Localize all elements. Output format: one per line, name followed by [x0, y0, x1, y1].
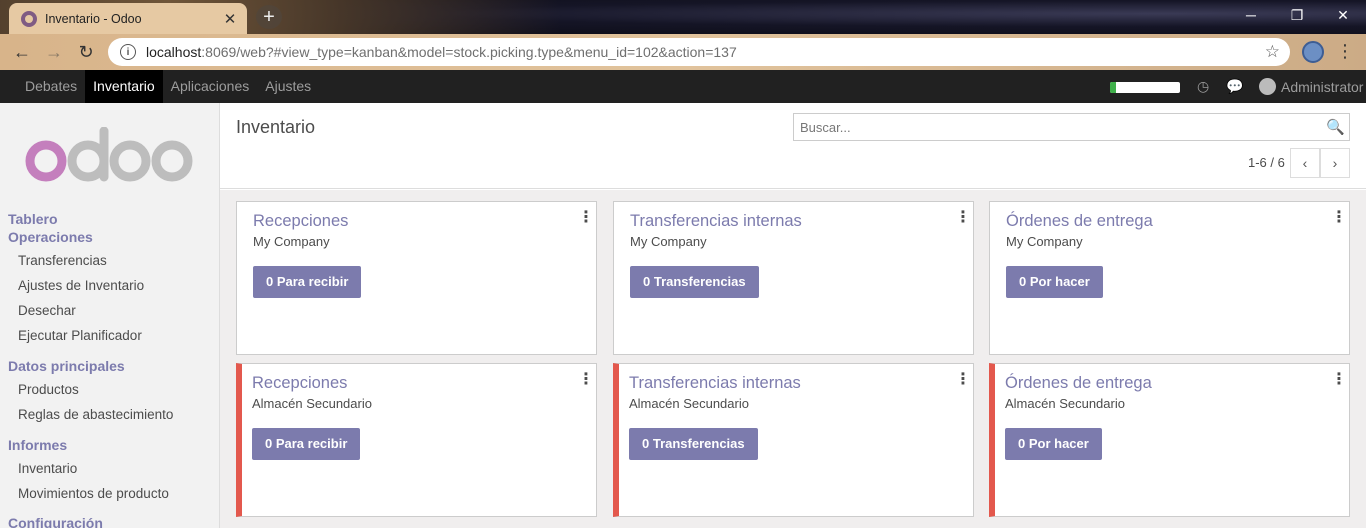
minimize-button[interactable]: ─	[1228, 0, 1274, 30]
search-icon[interactable]: 🔍	[1326, 118, 1345, 136]
sidebar: Tablero Operaciones Transferencias Ajust…	[0, 103, 220, 528]
app-menu: Debates Inventario Aplicaciones Ajustes	[17, 70, 319, 103]
pager-previous-button[interactable]: ‹	[1290, 148, 1320, 178]
menu-inventario[interactable]: Inventario	[85, 70, 163, 103]
sidebar-item-inventario[interactable]: Inventario	[18, 461, 77, 476]
card-company: My Company	[1006, 234, 1083, 249]
pager-next-button[interactable]: ›	[1320, 148, 1350, 178]
card-menu-icon[interactable]: ⋮	[955, 210, 971, 226]
user-name: Administrator	[1281, 78, 1364, 95]
bookmark-star-icon[interactable]: ☆	[1265, 42, 1280, 62]
sidebar-section-informes: Informes	[8, 437, 68, 453]
sidebar-item-desechar[interactable]: Desechar	[18, 303, 76, 318]
sidebar-item-ajustes-inventario[interactable]: Ajustes de Inventario	[18, 278, 144, 293]
odoo-favicon-icon	[21, 10, 37, 27]
site-info-icon[interactable]: i	[120, 44, 136, 60]
url-path: :8069/web?#view_type=kanban&model=stock.…	[201, 44, 737, 60]
card-company: Almacén Secundario	[629, 396, 749, 411]
kanban-card[interactable]: Órdenes de entrega Almacén Secundario 0 …	[989, 363, 1350, 517]
kanban-card[interactable]: Transferencias internas Almacén Secundar…	[613, 363, 974, 517]
sidebar-section-datos-principales: Datos principales	[8, 358, 125, 374]
search-box: 🔍	[793, 113, 1350, 141]
card-menu-icon[interactable]: ⋮	[1331, 372, 1347, 388]
sidebar-item-ejecutar-planificador[interactable]: Ejecutar Planificador	[18, 328, 142, 343]
card-title[interactable]: Órdenes de entrega	[1006, 212, 1153, 231]
control-panel: Inventario 🔍 1-6 / 6 ‹ ›	[220, 103, 1366, 189]
menu-ajustes[interactable]: Ajustes	[257, 70, 319, 103]
sidebar-item-productos[interactable]: Productos	[18, 382, 79, 397]
kanban-view: Recepciones My Company 0 Para recibir ⋮ …	[220, 190, 1366, 528]
menu-debates[interactable]: Debates	[17, 70, 85, 103]
sidebar-section-tablero[interactable]: Tablero	[8, 211, 58, 227]
odoo-main-navbar: Debates Inventario Aplicaciones Ajustes …	[0, 70, 1366, 103]
kanban-card[interactable]: Recepciones My Company 0 Para recibir ⋮	[236, 201, 597, 355]
sidebar-item-transferencias[interactable]: Transferencias	[18, 253, 107, 268]
new-tab-button[interactable]: +	[256, 5, 282, 29]
clock-icon[interactable]: ◷	[1197, 78, 1209, 95]
browser-tab[interactable]: Inventario - Odoo ✕	[9, 3, 247, 34]
card-company: My Company	[630, 234, 707, 249]
card-company: Almacén Secundario	[252, 396, 372, 411]
tab-title: Inventario - Odoo	[45, 11, 142, 26]
card-action-button[interactable]: 0 Para recibir	[252, 428, 361, 460]
chat-icon[interactable]: 💬	[1226, 78, 1243, 95]
card-company: My Company	[253, 234, 330, 249]
url-host: localhost	[146, 44, 202, 60]
close-tab-icon[interactable]: ✕	[219, 8, 241, 30]
search-input[interactable]	[794, 114, 1349, 140]
sidebar-section-configuracion: Configuración	[8, 515, 103, 528]
card-action-button[interactable]: 0 Por hacer	[1006, 266, 1103, 298]
card-menu-icon[interactable]: ⋮	[578, 372, 594, 388]
card-company: Almacén Secundario	[1005, 396, 1125, 411]
browser-toolbar: ← → ↻ i localhost:8069/web?#view_type=ka…	[0, 34, 1366, 70]
forward-button[interactable]: →	[40, 38, 68, 66]
progress-fill	[1110, 82, 1116, 93]
sidebar-item-reglas-abastecimiento[interactable]: Reglas de abastecimiento	[18, 407, 173, 422]
odoo-logo	[25, 127, 193, 182]
card-title[interactable]: Recepciones	[253, 212, 348, 231]
pager-value[interactable]: 1-6 / 6	[1248, 155, 1285, 170]
address-bar[interactable]: i localhost:8069/web?#view_type=kanban&m…	[108, 38, 1290, 66]
onboarding-progress-bar[interactable]	[1110, 82, 1180, 93]
user-menu[interactable]: Administrator	[1259, 70, 1363, 103]
card-title[interactable]: Transferencias internas	[629, 374, 801, 393]
card-menu-icon[interactable]: ⋮	[1331, 210, 1347, 226]
card-action-button[interactable]: 0 Por hacer	[1005, 428, 1102, 460]
kanban-card[interactable]: Transferencias internas My Company 0 Tra…	[613, 201, 974, 355]
browser-menu-icon[interactable]: ⋮	[1336, 40, 1354, 64]
card-action-button[interactable]: 0 Transferencias	[629, 428, 758, 460]
card-title[interactable]: Transferencias internas	[630, 212, 802, 231]
window-close-button[interactable]: ✕	[1320, 0, 1366, 30]
user-avatar	[1259, 78, 1276, 95]
kanban-card[interactable]: Recepciones Almacén Secundario 0 Para re…	[236, 363, 597, 517]
sidebar-section-operaciones: Operaciones	[8, 229, 93, 245]
card-title[interactable]: Recepciones	[252, 374, 347, 393]
menu-aplicaciones[interactable]: Aplicaciones	[163, 70, 258, 103]
card-action-button[interactable]: 0 Para recibir	[253, 266, 362, 298]
card-title[interactable]: Órdenes de entrega	[1005, 374, 1152, 393]
profile-avatar-icon[interactable]	[1302, 41, 1324, 63]
sidebar-item-movimientos-producto[interactable]: Movimientos de producto	[18, 486, 169, 501]
back-button[interactable]: ←	[8, 38, 36, 66]
card-menu-icon[interactable]: ⋮	[955, 372, 971, 388]
restore-button[interactable]: ❐	[1274, 0, 1320, 30]
reload-button[interactable]: ↻	[72, 38, 100, 66]
breadcrumb: Inventario	[236, 117, 316, 137]
card-action-button[interactable]: 0 Transferencias	[630, 266, 759, 298]
browser-tabstrip: Inventario - Odoo ✕ + ─ ❐ ✕	[0, 0, 1366, 34]
card-menu-icon[interactable]: ⋮	[578, 210, 594, 226]
kanban-card[interactable]: Órdenes de entrega My Company 0 Por hace…	[989, 201, 1350, 355]
